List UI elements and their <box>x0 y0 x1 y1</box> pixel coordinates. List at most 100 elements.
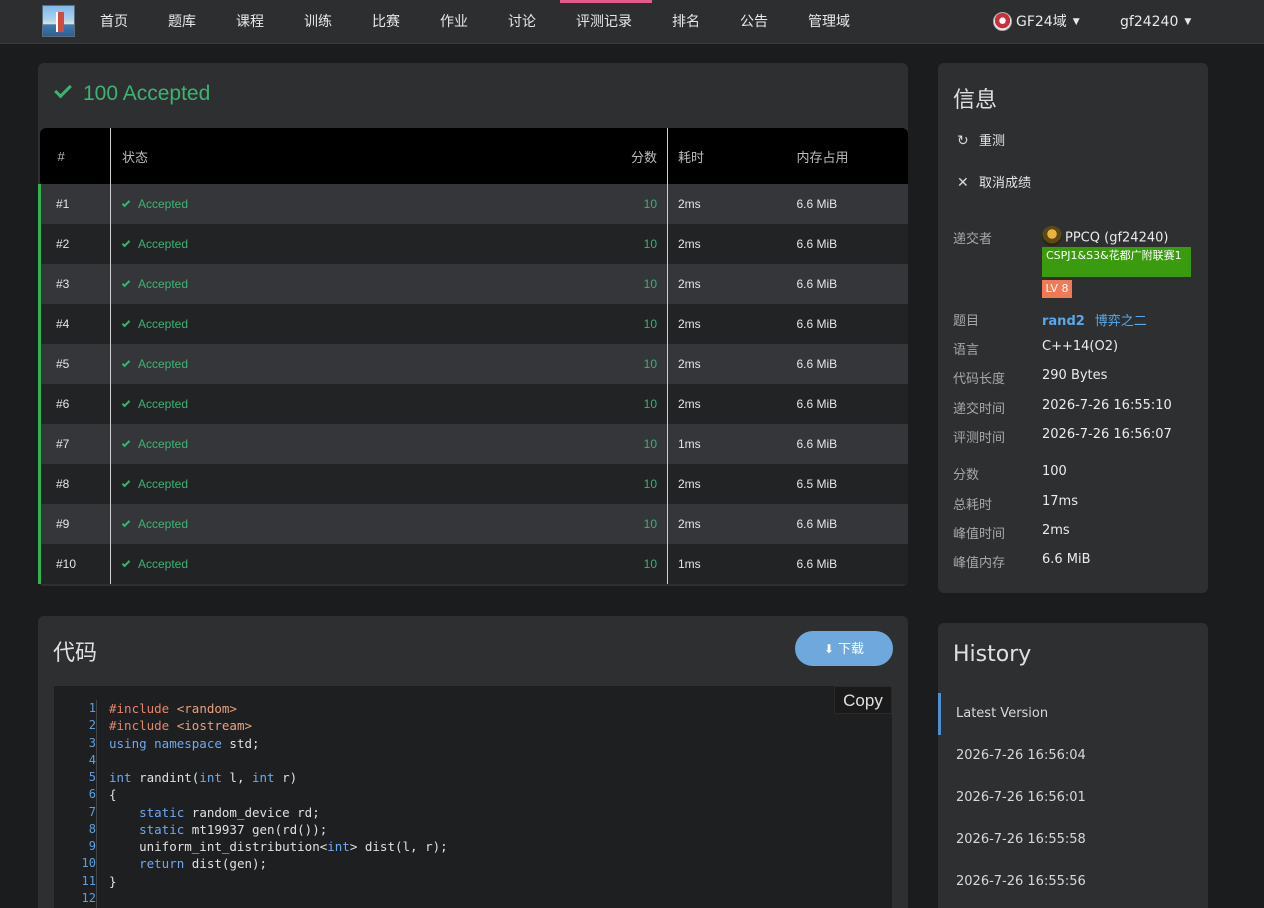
case-status-text: Accepted <box>138 357 189 371</box>
check-icon <box>121 398 131 408</box>
case-status-text: Accepted <box>138 237 189 251</box>
line-number: 12 <box>81 890 96 905</box>
case-time: 1ms <box>667 544 788 584</box>
site-logo[interactable] <box>42 5 75 37</box>
submitter-link[interactable]: PPCQ (gf24240) <box>1042 226 1168 248</box>
nav-item-announcements[interactable]: 公告 <box>740 0 768 44</box>
verdict-status: Accepted <box>122 82 211 105</box>
history-item[interactable]: 2026-7-26 16:55:56 <box>938 861 1208 903</box>
refresh-icon: ↻ <box>957 133 969 149</box>
history-item[interactable]: 2026-7-26 16:55:58 <box>938 819 1208 861</box>
nav-item-records[interactable]: 评测记录 <box>560 0 652 44</box>
line-number-gutter: 1 2 3 4 5 6 7 8 9 10 11 12 <box>54 700 96 907</box>
case-index: #8 <box>38 464 111 504</box>
check-icon <box>121 238 131 248</box>
nav-item-domain-manage[interactable]: 管理域 <box>808 0 850 44</box>
case-time: 2ms <box>667 384 788 424</box>
history-item[interactable]: 2026-7-26 16:56:01 <box>938 777 1208 819</box>
test-case-table: # 状态 分数 耗时 内存占用 #1 Accepted 10 2ms 6.6 MiB #2… <box>38 128 908 584</box>
case-status-text: Accepted <box>138 317 189 331</box>
code-length-value: 290 Bytes <box>1042 368 1108 383</box>
info-title: 信息 <box>953 88 998 113</box>
line-number: 9 <box>88 839 96 853</box>
nav-item-contests[interactable]: 比赛 <box>372 0 400 44</box>
table-row: #2 Accepted 10 2ms 6.6 MiB <box>38 224 908 264</box>
history-title: History <box>953 642 1032 667</box>
line-number: 10 <box>81 856 96 871</box>
case-status: Accepted <box>110 544 518 584</box>
problem-id-link[interactable]: rand2 <box>1042 314 1085 329</box>
nav-item-problems[interactable]: 题库 <box>168 0 196 44</box>
chevron-down-icon: ▼ <box>1072 17 1080 27</box>
language-value: C++14(O2) <box>1042 339 1119 354</box>
case-score: 10 <box>517 424 668 464</box>
case-status: Accepted <box>110 224 518 264</box>
group-badge: CSPJ1&S3&花都广附联赛1 <box>1042 247 1191 277</box>
case-status-text: Accepted <box>138 437 189 451</box>
check-icon <box>121 478 131 488</box>
case-index: #4 <box>38 304 111 344</box>
col-header-score: 分数 <box>517 128 668 184</box>
case-memory: 6.6 MiB <box>787 504 908 544</box>
copy-button[interactable]: Copy <box>834 686 892 714</box>
line-number: 11 <box>81 873 96 888</box>
case-status-text: Accepted <box>138 517 189 531</box>
case-memory: 6.6 MiB <box>787 384 908 424</box>
cancel-score-button[interactable]: ✕ 取消成绩 <box>957 172 1031 191</box>
case-status: Accepted <box>110 424 518 464</box>
line-number: 7 <box>88 804 96 819</box>
total-time-value: 17ms <box>1042 494 1078 509</box>
case-time: 2ms <box>667 264 788 304</box>
case-index: #3 <box>38 264 111 304</box>
case-status: Accepted <box>110 464 518 504</box>
case-score: 10 <box>517 544 668 584</box>
check-icon <box>121 438 131 448</box>
case-score: 10 <box>517 264 668 304</box>
nav-item-home[interactable]: 首页 <box>100 0 128 44</box>
peak-memory-label: 峰值内存 <box>953 556 1006 571</box>
history-item-latest[interactable]: Latest Version <box>938 693 1208 735</box>
case-score: 10 <box>517 504 668 544</box>
verdict-heading: 100 Accepted <box>54 80 211 106</box>
nav-item-ranking[interactable]: 排名 <box>672 0 700 44</box>
line-number: 4 <box>88 752 96 767</box>
table-row: #1 Accepted 10 2ms 6.6 MiB <box>38 184 908 224</box>
submitter-label: 递交者 <box>953 232 993 247</box>
submit-time-label: 递交时间 <box>953 402 1006 417</box>
verdict-score: 100 <box>83 82 119 105</box>
case-memory: 6.6 MiB <box>787 544 908 584</box>
case-status: Accepted <box>110 184 518 224</box>
case-index: #2 <box>38 224 111 264</box>
top-navbar: 首页 题库 课程 训练 比赛 作业 讨论 评测记录 排名 公告 管理域 GF24… <box>0 0 1264 44</box>
line-number: 6 <box>88 787 96 802</box>
problem-title-link[interactable]: 博弈之二 <box>1095 314 1147 329</box>
case-index: #7 <box>38 424 111 464</box>
username: gf24240 <box>1120 14 1179 30</box>
user-menu[interactable]: gf24240 ▼ <box>1120 0 1191 44</box>
history-item[interactable]: 2026-7-26 16:56:04 <box>938 735 1208 777</box>
table-row: #9 Accepted 10 2ms 6.6 MiB <box>38 504 908 544</box>
judge-time-label: 评测时间 <box>953 431 1006 446</box>
case-memory: 6.6 MiB <box>787 424 908 464</box>
download-button[interactable]: ⬇ 下载 <box>795 631 893 666</box>
case-status: Accepted <box>110 264 518 304</box>
nav-item-homework[interactable]: 作业 <box>440 0 468 44</box>
code-block[interactable]: 1 2 3 4 5 6 7 8 9 10 11 12 #include <random> #inclu… <box>54 686 892 908</box>
rejudge-button[interactable]: ↻ 重测 <box>957 130 1005 149</box>
case-time: 2ms <box>667 344 788 384</box>
nav-item-discuss[interactable]: 讨论 <box>508 0 536 44</box>
problem-label: 题目 <box>953 314 980 329</box>
line-number: 2 <box>88 718 96 733</box>
judge-time-value: 2026-7-26 16:56:07 <box>1042 427 1172 442</box>
table-row: #10 Accepted 10 1ms 6.6 MiB <box>38 544 908 584</box>
nav-item-courses[interactable]: 课程 <box>236 0 264 44</box>
line-number: 3 <box>88 735 96 750</box>
domain-switcher[interactable]: GF24域 ▼ <box>993 0 1080 44</box>
total-time-label: 总耗时 <box>953 498 993 513</box>
case-score: 10 <box>517 344 668 384</box>
case-time: 2ms <box>667 304 788 344</box>
table-row: #8 Accepted 10 2ms 6.5 MiB <box>38 464 908 504</box>
case-memory: 6.6 MiB <box>787 264 908 304</box>
table-header-row: # 状态 分数 耗时 内存占用 <box>39 128 908 184</box>
nav-item-training[interactable]: 训练 <box>304 0 332 44</box>
